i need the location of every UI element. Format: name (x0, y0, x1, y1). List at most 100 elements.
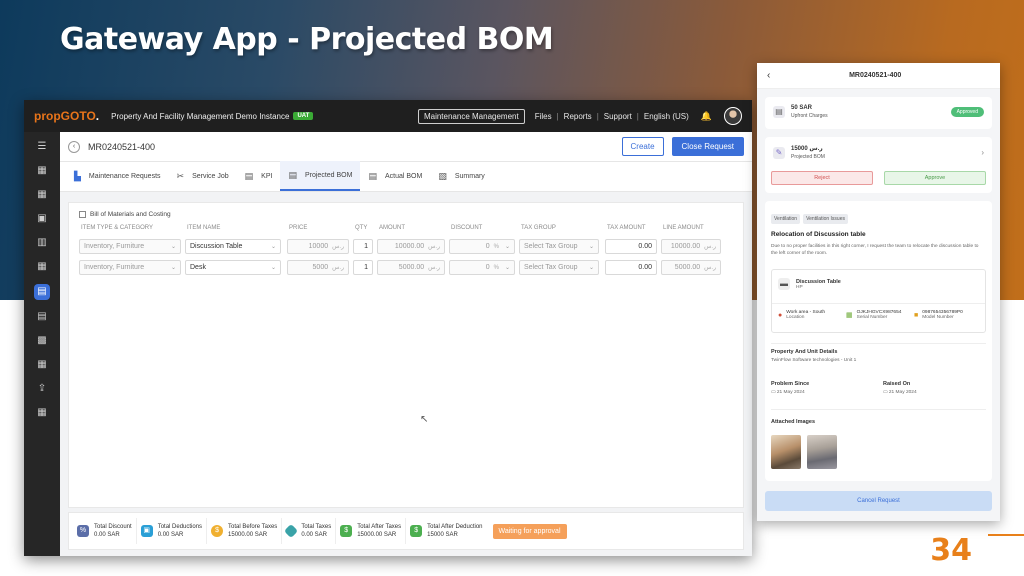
avatar[interactable] (724, 107, 742, 125)
module-selector[interactable]: Maintenance Management (417, 108, 525, 124)
price-input[interactable]: 5000 ر.س (287, 260, 349, 275)
price-value: 5000 (312, 264, 329, 271)
line-amount-field: 5000.00 ر.س (661, 260, 721, 275)
upload-icon[interactable]: ⇪ (35, 382, 49, 396)
support-link[interactable]: Support (604, 112, 632, 121)
upfront-amount: 50 SAR (791, 105, 813, 111)
total-label: Total Deductions (157, 524, 203, 530)
cancel-request-button[interactable]: Cancel Request (765, 491, 992, 511)
logo-dot: . (95, 109, 100, 123)
report-icon[interactable]: ▤ (35, 310, 49, 324)
tab-label: Maintenance Requests (88, 172, 161, 180)
currency-symbol: ر.س (704, 244, 716, 250)
model-label: Model Number (922, 315, 954, 320)
dashboard-icon[interactable]: ▦ (35, 164, 49, 178)
tab-maintenance-requests[interactable]: ▙ Maintenance Requests (66, 161, 169, 191)
total-value: 15000 SAR (427, 532, 458, 538)
tax-group-value: Select Tax Group (524, 243, 578, 250)
menu-icon[interactable]: ☰ (35, 140, 49, 154)
create-button[interactable]: Create (621, 137, 664, 156)
total-deductions: ▣ Total Deductions 0.00 SAR (137, 518, 208, 544)
tab-kpi[interactable]: ▤ KPI (237, 161, 281, 191)
back-icon[interactable]: ‹ (68, 140, 80, 153)
qty-input[interactable]: 1 (353, 239, 373, 254)
qty-input[interactable]: 1 (353, 260, 373, 275)
discount-value: 0 (485, 264, 490, 271)
top-bar: propGOTO. Property And Facility Manageme… (24, 100, 752, 132)
percent-symbol: % (493, 264, 499, 271)
total-label: Total Before Taxes (228, 524, 278, 530)
tab-service-job[interactable]: ✂ Service Job (169, 161, 237, 191)
reject-button[interactable]: Reject (771, 171, 873, 185)
raised-on-label: Raised On (883, 381, 911, 387)
apps-icon[interactable]: ▦ (35, 260, 49, 274)
projected-bom-card[interactable]: ✎ 15000 ر.س Projected BOM › Reject Approv… (765, 137, 992, 193)
attached-image-thumbnail[interactable] (771, 435, 801, 469)
discount-icon: % (77, 525, 89, 537)
language-selector[interactable]: English (US) (644, 112, 689, 121)
tab-summary[interactable]: ▧ Summary (430, 161, 492, 191)
total-after-taxes: $ Total After Taxes 15000.00 SAR (336, 518, 407, 544)
total-value: 15000.00 SAR (357, 532, 397, 538)
total-label: Total After Deduction (427, 524, 483, 530)
app-logo[interactable]: propGOTO. (34, 109, 99, 123)
layout-icon[interactable]: ▩ (35, 334, 49, 348)
line-amount-value: 5000.00 (674, 264, 701, 271)
approve-button[interactable]: Approve (884, 171, 986, 185)
amount-field: 5000.00 ر.س (377, 260, 445, 275)
tab-label: Projected BOM (304, 171, 353, 179)
attached-image-thumbnail[interactable] (807, 435, 837, 469)
item-select[interactable]: Desk ⌄ (185, 260, 281, 275)
chevron-down-icon: ⌄ (270, 265, 276, 271)
total-label: Total Discount (94, 524, 132, 530)
tax-group-select[interactable]: Select Tax Group ⌄ (519, 239, 599, 254)
column-header: DISCOUNT (451, 225, 483, 231)
attached-images-label: Attached Images (771, 419, 816, 425)
currency-symbol: ر.س (428, 265, 440, 271)
column-header: AMOUNT (379, 225, 405, 231)
column-header: TAX GROUP (521, 225, 556, 231)
tab-projected-bom[interactable]: ▤ Projected BOM (280, 161, 361, 191)
files-link[interactable]: Files (535, 112, 552, 121)
tiles-icon[interactable]: ▦ (35, 358, 49, 372)
maintenance-icon[interactable]: ▤ (34, 284, 50, 300)
tag: Ventilation (771, 214, 801, 224)
tax-group-select[interactable]: Select Tax Group ⌄ (519, 260, 599, 275)
amount-value: 5000.00 (398, 264, 425, 271)
property-label: Property And Unit Details (771, 349, 838, 355)
price-input[interactable]: 10000 ر.س (287, 239, 349, 254)
category-select[interactable]: Inventory, Furniture ⌄ (79, 239, 181, 254)
barcode-icon: ▦ (846, 312, 853, 319)
reports-link[interactable]: Reports (564, 112, 592, 121)
building-icon[interactable]: ▥ (35, 236, 49, 250)
mobile-app-panel: ‹ MR0240521-400 ▤ 50 SAR Upfront Charges … (757, 63, 1000, 521)
deductions-icon: ▣ (140, 525, 153, 537)
close-request-button[interactable]: Close Request (671, 137, 744, 156)
discount-input[interactable]: 0% ⌄ (449, 260, 515, 275)
line-amount-field: 10000.00 ر.س (661, 239, 721, 254)
modules-icon[interactable]: ▦ (35, 406, 49, 420)
percent-symbol: % (493, 243, 499, 250)
section-icon (79, 211, 86, 218)
tab-label: Service Job (192, 172, 229, 180)
main-area: ‹ MR0240521-400 Create Close Request ▙ Ma… (60, 132, 752, 556)
approved-badge: Approved (950, 107, 984, 117)
discount-input[interactable]: 0% ⌄ (449, 239, 515, 254)
slide-title: Gateway App - Projected BOM (60, 22, 554, 57)
request-id: MR0240521-400 (88, 141, 156, 152)
status-badge: Waiting for approval (492, 523, 567, 539)
category-select[interactable]: Inventory, Furniture ⌄ (79, 260, 181, 275)
qty-value: 1 (364, 264, 368, 271)
item-select[interactable]: Discussion Table ⌄ (185, 239, 281, 254)
tab-bar: ▙ Maintenance Requests ✂ Service Job ▤ KPI … (60, 161, 752, 192)
total-label: Total Taxes (301, 524, 332, 530)
contract-icon[interactable]: ▣ (35, 212, 49, 226)
bell-icon[interactable]: 🔔 (701, 111, 712, 122)
web-app-window: propGOTO. Property And Facility Manageme… (24, 100, 752, 556)
mobile-header: ‹ MR0240521-400 (757, 63, 1000, 89)
total-value: 0.00 SAR (301, 532, 327, 538)
raised-on-value: 21 May 2024 (888, 390, 917, 395)
tab-actual-bom[interactable]: ▤ Actual BOM (360, 161, 430, 191)
grid-icon[interactable]: ▦ (35, 188, 49, 202)
total-taxes: Total Taxes 0.00 SAR (282, 518, 337, 544)
